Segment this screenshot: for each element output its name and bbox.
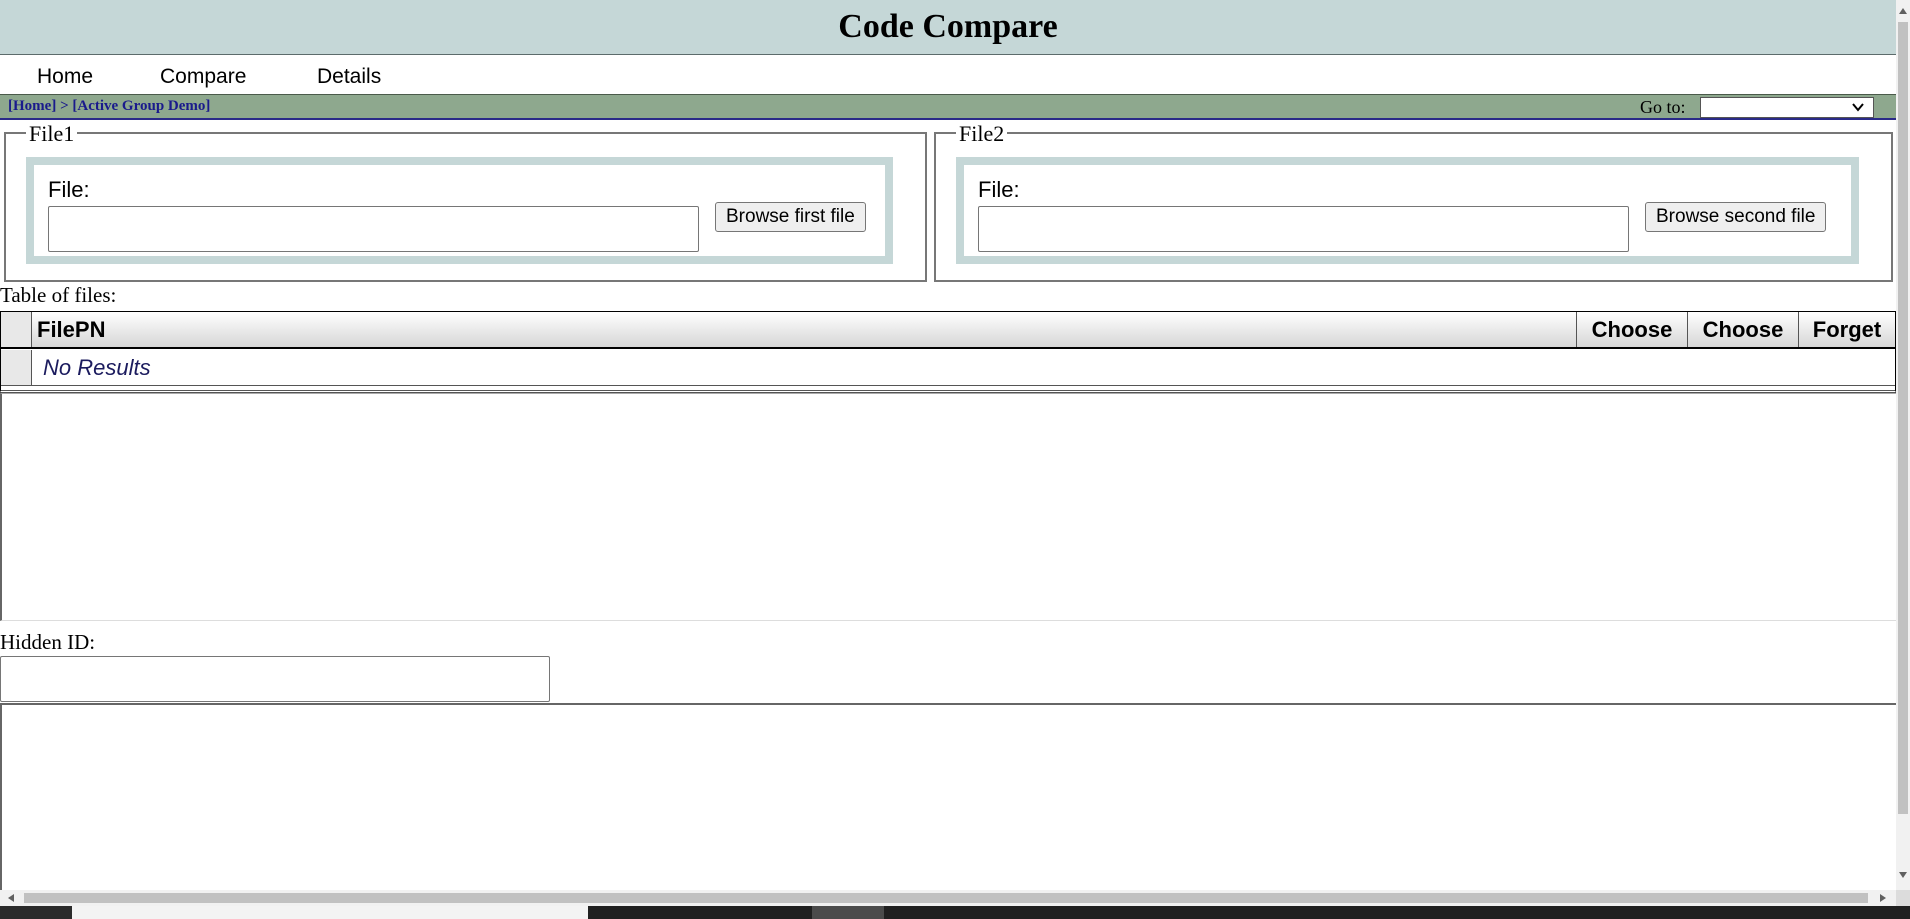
header-selector-cell: [1, 312, 32, 347]
table-row: No Results: [1, 350, 1895, 386]
output-panel-upper: [0, 393, 1896, 621]
browse-second-file-button[interactable]: Browse second file: [1645, 202, 1827, 232]
file1-fieldset: File1 File: Browse first file: [4, 121, 927, 282]
arrow-left-icon[interactable]: [4, 891, 18, 905]
menu-item-home[interactable]: Home: [37, 65, 93, 89]
file2-legend: File2: [956, 121, 1008, 147]
file1-legend: File1: [26, 121, 78, 147]
column-header-choose-1[interactable]: Choose: [1577, 312, 1688, 347]
hidden-id-input[interactable]: [0, 656, 550, 702]
arrow-up-icon[interactable]: [1896, 4, 1910, 18]
files-table-caption: Table of files:: [0, 283, 117, 307]
hidden-id-label: Hidden ID:: [0, 630, 96, 654]
files-table-header: FilePN Choose Choose Forget: [1, 312, 1895, 349]
chevron-down-icon: [1852, 103, 1864, 112]
file2-file-label: File:: [978, 177, 1020, 202]
vertical-scrollbar[interactable]: [1896, 0, 1910, 890]
column-header-forget[interactable]: Forget: [1799, 312, 1895, 347]
column-header-choose-2[interactable]: Choose: [1688, 312, 1799, 347]
breadcrumb: [Home] > [Active Group Demo]: [8, 98, 210, 115]
arrow-down-icon[interactable]: [1896, 868, 1910, 882]
page: Code Compare Home Compare Details [Home]…: [0, 0, 1896, 890]
horizontal-scroll-thumb[interactable]: [24, 893, 1868, 903]
breadcrumb-current-link[interactable]: [Active Group Demo]: [72, 98, 210, 114]
taskbar-strip: [0, 906, 1910, 919]
menu-item-details[interactable]: Details: [317, 65, 381, 89]
breadcrumb-separator: >: [60, 98, 69, 114]
file1-inner-box: File: Browse first file: [26, 157, 893, 264]
row-selector-cell[interactable]: [1, 350, 32, 385]
breadcrumb-home-link[interactable]: [Home]: [8, 98, 56, 114]
vertical-scroll-thumb[interactable]: [1898, 22, 1908, 814]
browse-first-file-button[interactable]: Browse first file: [715, 202, 866, 232]
title-bar: Code Compare: [0, 0, 1896, 55]
scrollbar-corner: [1896, 890, 1910, 906]
file1-input[interactable]: [48, 206, 699, 252]
column-header-filepn[interactable]: FilePN: [32, 312, 1577, 347]
arrow-right-icon[interactable]: [1876, 891, 1890, 905]
file2-fieldset: File2 File: Browse second file: [934, 121, 1893, 282]
menu-item-compare[interactable]: Compare: [160, 65, 246, 89]
goto-label: Go to:: [1640, 97, 1686, 117]
file1-file-label: File:: [48, 177, 90, 202]
main-menu: Home Compare Details: [0, 56, 1896, 94]
file2-input[interactable]: [978, 206, 1629, 252]
page-title: Code Compare: [838, 8, 1058, 45]
no-results-text: No Results: [43, 355, 151, 380]
breadcrumb-bar: [Home] > [Active Group Demo] Go to:: [0, 94, 1896, 120]
goto-select[interactable]: [1700, 97, 1874, 118]
taskbar-active-item[interactable]: [72, 906, 588, 919]
taskbar-segment: [0, 906, 72, 919]
file2-inner-box: File: Browse second file: [956, 157, 1859, 264]
output-panel-lower: [0, 703, 1896, 890]
files-table: FilePN Choose Choose Forget No Results: [0, 311, 1896, 393]
horizontal-scrollbar[interactable]: [0, 890, 1896, 906]
taskbar-segment: [812, 906, 884, 919]
